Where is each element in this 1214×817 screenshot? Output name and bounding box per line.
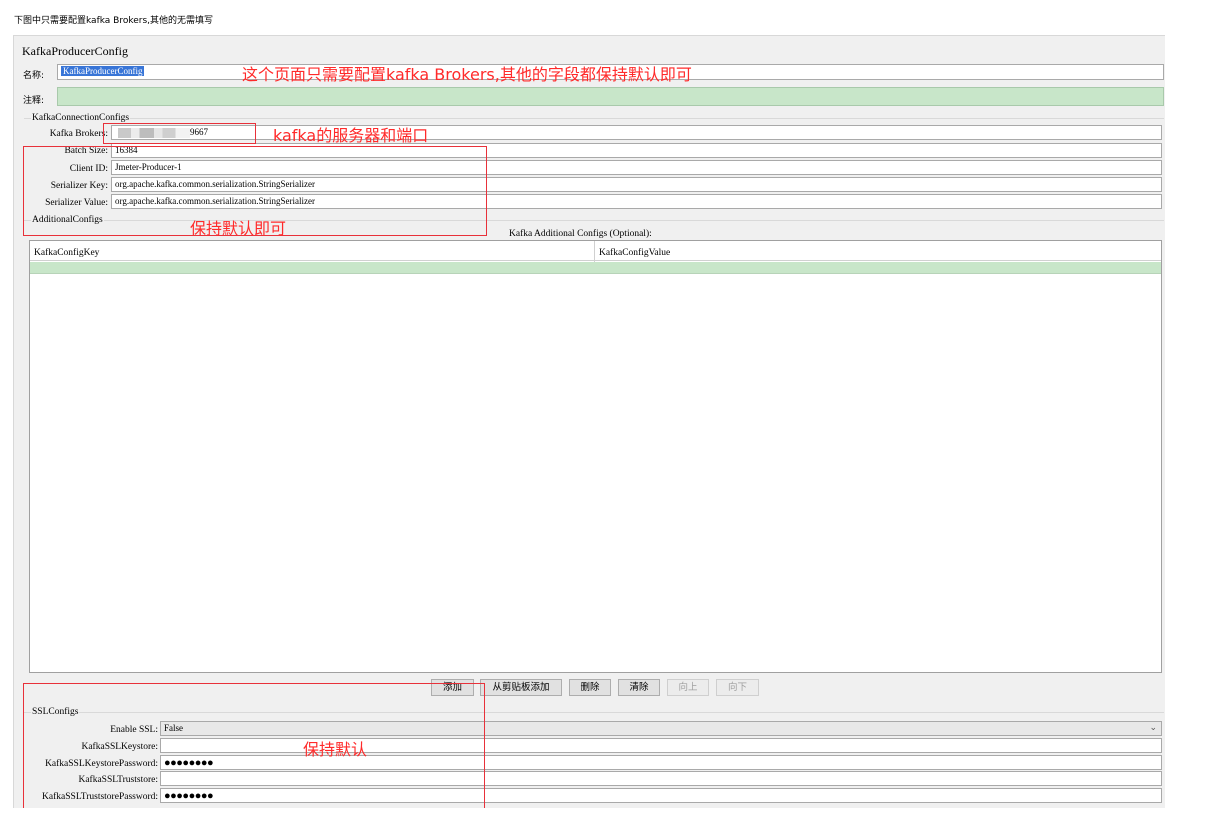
connection-group-title: KafkaConnectionConfigs xyxy=(31,113,131,123)
clear-button[interactable]: 清除 xyxy=(618,679,660,696)
name-input-value: KafkaProducerConfig xyxy=(61,66,145,76)
ssl-group-title: SSLConfigs xyxy=(31,707,80,717)
delete-button[interactable]: 删除 xyxy=(569,679,611,696)
ssl-highlight-top xyxy=(23,683,485,684)
page-annotation: 这个页面只需要配置kafka Brokers,其他的字段都保持默认即可 xyxy=(242,65,692,84)
ssl-truststore-input[interactable] xyxy=(160,771,1162,786)
brokers-input[interactable]: 9667 xyxy=(111,125,1162,140)
move-down-button[interactable]: 向下 xyxy=(716,679,759,696)
chevron-down-icon: ⌄ xyxy=(1149,722,1157,732)
ssl-annotation: 保持默认 xyxy=(303,740,368,759)
enable-ssl-value: False xyxy=(164,723,183,733)
move-up-button[interactable]: 向上 xyxy=(667,679,709,696)
ssl-group-border xyxy=(24,712,1164,713)
column-header-value[interactable]: KafkaConfigValue xyxy=(599,248,670,258)
ssl-keystore-label: KafkaSSLKeystore: xyxy=(81,742,158,752)
enable-ssl-label: Enable SSL: xyxy=(110,725,158,735)
additional-table[interactable] xyxy=(29,240,1162,673)
panel-title: KafkaProducerConfig xyxy=(22,44,128,58)
comment-label: 注释: xyxy=(23,96,45,106)
defaults-annotation: 保持默认即可 xyxy=(190,219,287,238)
enable-ssl-select[interactable]: False ⌄ xyxy=(160,721,1162,736)
add-from-clipboard-button[interactable]: 从剪贴板添加 xyxy=(480,679,562,696)
ssl-highlight-right xyxy=(484,683,485,808)
ssl-truststore-password-input[interactable]: ●●●●●●●● xyxy=(160,788,1162,803)
additional-table-title: Kafka Additional Configs (Optional): xyxy=(509,229,652,239)
comment-input[interactable] xyxy=(57,87,1164,106)
ssl-keystore-password-label: KafkaSSLKeystorePassword: xyxy=(45,759,158,769)
top-note: 下图中只需要配置kafka Brokers,其他的无需填写 xyxy=(14,16,214,26)
ssl-truststore-label: KafkaSSLTruststore: xyxy=(78,775,158,785)
add-button[interactable]: 添加 xyxy=(431,679,474,696)
name-label: 名称: xyxy=(23,71,45,81)
table-row[interactable] xyxy=(30,262,1161,274)
brokers-label: Kafka Brokers: xyxy=(49,129,108,139)
column-header-key[interactable]: KafkaConfigKey xyxy=(34,248,99,258)
connection-group-border xyxy=(24,118,1164,119)
ssl-truststore-password-label: KafkaSSLTruststorePassword: xyxy=(42,792,158,802)
table-header-row xyxy=(30,241,1161,261)
brokers-annotation: kafka的服务器和端口 xyxy=(273,126,429,145)
ssl-highlight-left xyxy=(23,683,24,808)
brokers-highlight-box xyxy=(103,123,256,144)
